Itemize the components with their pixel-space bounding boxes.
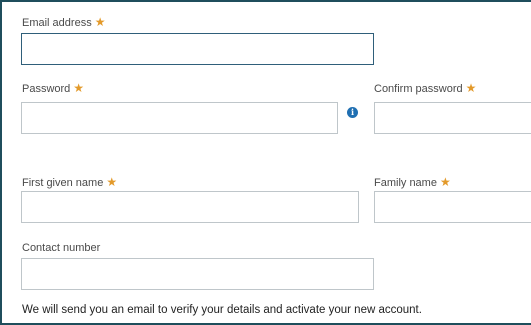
- form-container: Email address ★ Password ★ i Confirm passw…: [0, 0, 531, 325]
- first-name-field[interactable]: [21, 191, 359, 223]
- contact-number-label: Contact number: [22, 242, 100, 254]
- first-name-required-star: ★: [106, 175, 118, 189]
- password-field[interactable]: [21, 102, 338, 134]
- password-label-text: Password: [22, 83, 71, 95]
- email-required-star: ★: [94, 15, 106, 29]
- family-name-label-text: Family name: [374, 177, 437, 189]
- email-field[interactable]: [21, 33, 374, 65]
- info-icon[interactable]: i: [347, 107, 358, 118]
- email-label-text: Email address: [22, 17, 92, 29]
- confirm-password-label-text: Confirm password: [374, 83, 463, 95]
- confirm-password-field[interactable]: [374, 102, 531, 134]
- confirm-password-label: Confirm password ★: [374, 81, 476, 95]
- email-label: Email address ★: [22, 15, 105, 29]
- password-label: Password ★: [22, 81, 84, 95]
- contact-number-field[interactable]: [21, 258, 374, 290]
- password-required-star: ★: [73, 81, 85, 95]
- family-name-required-star: ★: [439, 175, 451, 189]
- family-name-label: Family name ★: [374, 175, 451, 189]
- verification-note: We will send you an email to verify your…: [22, 304, 422, 316]
- confirm-password-required-star: ★: [465, 81, 477, 95]
- family-name-field[interactable]: [374, 191, 531, 223]
- first-name-label: First given name ★: [22, 175, 117, 189]
- contact-number-label-text: Contact number: [22, 242, 101, 254]
- first-name-label-text: First given name: [22, 177, 104, 189]
